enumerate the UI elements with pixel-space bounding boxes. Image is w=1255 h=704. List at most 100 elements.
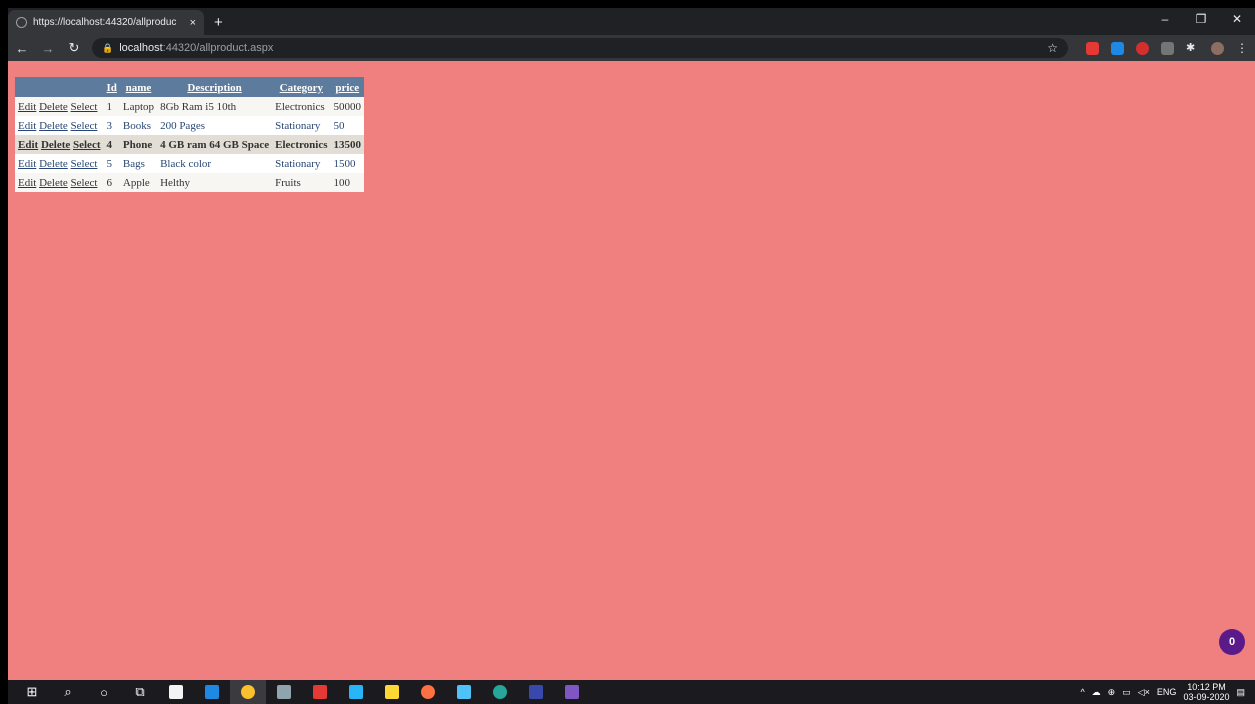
menu-dots-icon[interactable]: ⋮ xyxy=(1236,41,1249,55)
chevron-up-icon[interactable]: ^ xyxy=(1080,687,1084,697)
select-link[interactable]: Select xyxy=(71,101,98,113)
row-actions: Edit Delete Select xyxy=(15,173,104,192)
select-link[interactable]: Select xyxy=(71,158,98,170)
cell-category: Stationary xyxy=(272,154,331,173)
row-actions: Edit Delete Select xyxy=(15,135,104,154)
network-icon[interactable]: ⊕ xyxy=(1108,687,1116,698)
new-tab-button[interactable]: + xyxy=(214,10,223,35)
bookmark-star-icon[interactable]: ☆ xyxy=(1047,41,1058,55)
extension-red-icon[interactable] xyxy=(1086,41,1099,55)
minimize-icon[interactable]: – xyxy=(1147,8,1183,30)
mcafee-icon[interactable] xyxy=(302,680,338,704)
cell-category: Electronics xyxy=(272,97,331,116)
close-tab-icon[interactable]: × xyxy=(190,17,196,29)
visual-studio-icon[interactable] xyxy=(554,680,590,704)
task-view-icon[interactable]: ⧉ xyxy=(122,680,158,704)
cell-price: 100 xyxy=(330,173,364,192)
notifications-icon[interactable]: ▤ xyxy=(1236,687,1245,698)
select-link[interactable]: Select xyxy=(73,139,100,151)
globe-icon xyxy=(16,17,27,28)
delete-link[interactable]: Delete xyxy=(41,139,70,151)
sort-category-link[interactable]: Category xyxy=(280,82,323,94)
url-host: localhost xyxy=(119,42,163,54)
app-l-icon[interactable] xyxy=(194,680,230,704)
browser-tab[interactable]: https://localhost:44320/allproduc × xyxy=(8,10,204,35)
language-indicator[interactable]: ENG xyxy=(1157,687,1177,697)
edge-icon[interactable] xyxy=(482,680,518,704)
search-icon[interactable]: ⌕ xyxy=(50,680,86,704)
back-icon[interactable]: ← xyxy=(14,41,30,56)
app-blue-icon[interactable] xyxy=(446,680,482,704)
window-controls: – ❐ ✕ xyxy=(1147,8,1255,30)
edit-link[interactable]: Edit xyxy=(18,177,36,189)
select-link[interactable]: Select xyxy=(71,177,98,189)
cell-name: Laptop xyxy=(119,97,158,116)
sort-name-link[interactable]: name xyxy=(126,82,152,94)
forward-icon[interactable]: → xyxy=(40,41,56,56)
url-path: :44320/allproduct.aspx xyxy=(162,42,274,54)
edit-link[interactable]: Edit xyxy=(18,101,36,113)
grid-header-row: Id name Description Category price xyxy=(15,77,364,97)
app-snip-icon[interactable] xyxy=(266,680,302,704)
cell-price: 50000 xyxy=(330,97,364,116)
cell-id: 5 xyxy=(103,154,120,173)
windows-taskbar: ⊞ ⌕ ○ ⧉ ^ ☁ ⊕ ▭ ◁× ENG 10:12 PM 03-09-20… xyxy=(8,680,1255,704)
cell-id: 6 xyxy=(103,173,120,192)
cloud-icon[interactable]: ☁ xyxy=(1092,687,1101,698)
file-explorer-icon[interactable] xyxy=(374,680,410,704)
cell-description: Helthy xyxy=(157,173,273,192)
notification-badge[interactable]: 0 xyxy=(1219,629,1245,655)
cortana-icon[interactable]: ○ xyxy=(86,680,122,704)
table-row: Edit Delete Select 5 Bags Black color St… xyxy=(15,154,364,173)
extension-gray-icon[interactable] xyxy=(1161,41,1174,55)
puzzle-icon[interactable]: ✱ xyxy=(1186,42,1199,55)
edit-link[interactable]: Edit xyxy=(18,120,36,132)
header-actions xyxy=(15,77,104,97)
mail-icon[interactable] xyxy=(338,680,374,704)
address-bar[interactable]: 🔒 localhost:44320/allproduct.aspx ☆ xyxy=(92,38,1068,58)
sort-price-link[interactable]: price xyxy=(335,82,359,94)
edit-link[interactable]: Edit xyxy=(18,139,38,151)
sort-id-link[interactable]: Id xyxy=(106,82,116,94)
volume-icon[interactable]: ◁× xyxy=(1138,687,1150,698)
battery-icon[interactable]: ▭ xyxy=(1122,687,1131,698)
tab-strip: https://localhost:44320/allproduc × + – … xyxy=(8,8,1255,35)
delete-link[interactable]: Delete xyxy=(39,120,68,132)
delete-link[interactable]: Delete xyxy=(39,101,68,113)
tab-title: https://localhost:44320/allproduc xyxy=(33,17,177,28)
header-name[interactable]: name xyxy=(119,77,158,97)
row-actions: Edit Delete Select xyxy=(15,154,104,173)
taskbar-apps: ⊞ ⌕ ○ ⧉ xyxy=(8,680,590,704)
table-row: Edit Delete Select 3 Books 200 Pages Sta… xyxy=(15,116,364,135)
chrome-icon[interactable] xyxy=(230,680,266,704)
header-category[interactable]: Category xyxy=(272,77,331,97)
profile-avatar-icon[interactable] xyxy=(1211,41,1224,55)
delete-link[interactable]: Delete xyxy=(39,158,68,170)
app-w-icon[interactable] xyxy=(518,680,554,704)
products-gridview: Id name Description Category price Edit … xyxy=(15,77,364,192)
header-description[interactable]: Description xyxy=(157,77,273,97)
cell-price: 50 xyxy=(330,116,364,135)
cell-name: Books xyxy=(119,116,158,135)
extension-blue-icon[interactable] xyxy=(1111,41,1124,55)
select-link[interactable]: Select xyxy=(71,120,98,132)
header-id[interactable]: Id xyxy=(103,77,120,97)
windows-start-icon[interactable]: ⊞ xyxy=(14,680,50,704)
sort-description-link[interactable]: Description xyxy=(187,82,241,94)
edit-link[interactable]: Edit xyxy=(18,158,36,170)
app-orange-icon[interactable] xyxy=(410,680,446,704)
reload-icon[interactable]: ↻ xyxy=(66,40,82,56)
row-actions: Edit Delete Select xyxy=(15,116,104,135)
adblock-icon[interactable] xyxy=(1136,41,1149,55)
browser-chrome: https://localhost:44320/allproduc × + – … xyxy=(8,8,1255,61)
restore-icon[interactable]: ❐ xyxy=(1183,8,1219,30)
close-window-icon[interactable]: ✕ xyxy=(1219,8,1255,30)
delete-link[interactable]: Delete xyxy=(39,177,68,189)
store-icon[interactable] xyxy=(158,680,194,704)
cell-price: 13500 xyxy=(330,135,364,154)
clock[interactable]: 10:12 PM 03-09-2020 xyxy=(1183,682,1229,702)
browser-toolbar: ← → ↻ 🔒 localhost:44320/allproduct.aspx … xyxy=(8,35,1255,61)
header-price[interactable]: price xyxy=(330,77,364,97)
lock-icon[interactable]: 🔒 xyxy=(102,43,113,54)
system-tray: ^ ☁ ⊕ ▭ ◁× ENG 10:12 PM 03-09-2020 ▤ xyxy=(1080,682,1255,702)
